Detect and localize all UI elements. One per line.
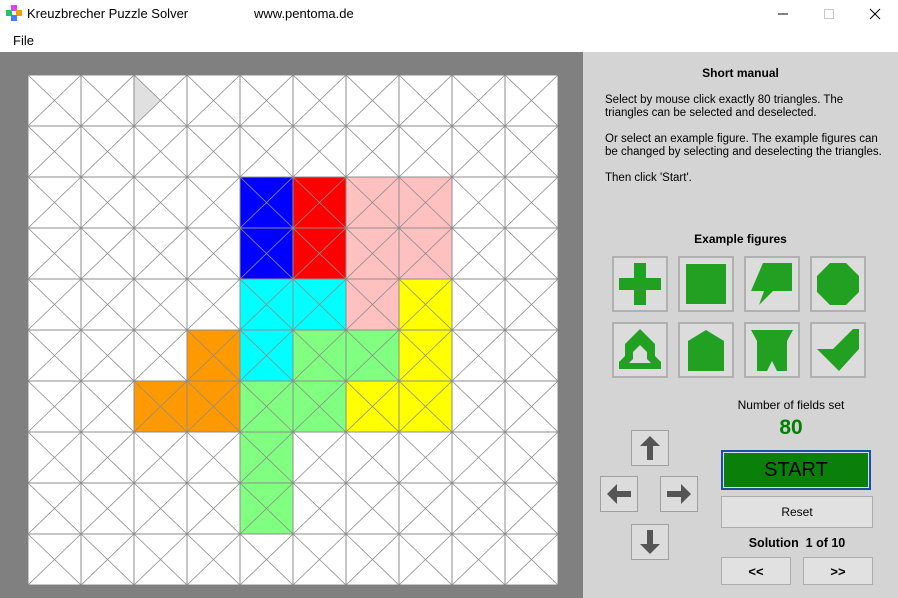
title-bar: Kreuzbrecher Puzzle Solver www.pentoma.d… (0, 0, 898, 28)
example-pillar-button[interactable] (744, 322, 800, 378)
example-square-button[interactable] (678, 256, 734, 312)
website-url: www.pentoma.de (254, 6, 354, 21)
octagon-figure-icon (817, 263, 859, 305)
menu-file[interactable]: File (13, 33, 34, 48)
manual-paragraph-2: Or select an example figure. The example… (605, 133, 882, 158)
manual-title: Short manual (702, 66, 779, 80)
move-right-button[interactable] (660, 476, 698, 512)
examples-title: Example figures (694, 232, 787, 246)
start-button[interactable]: START (721, 450, 871, 490)
example-plus-button[interactable] (612, 256, 668, 312)
check-figure-icon (817, 329, 859, 371)
arrow-figure-icon (751, 263, 792, 305)
move-down-button[interactable] (631, 524, 669, 560)
example-octagon-button[interactable] (810, 256, 866, 312)
house-figure-icon (688, 330, 724, 371)
arrow-down-icon (640, 530, 660, 554)
example-house-button[interactable] (678, 322, 734, 378)
move-left-button[interactable] (600, 476, 638, 512)
maximize-button[interactable] (806, 0, 852, 28)
control-panel: Short manual Select by mouse click exact… (583, 52, 898, 598)
app-icon (6, 5, 22, 21)
previous-solution-button[interactable]: << (721, 557, 791, 585)
minimize-button[interactable] (760, 0, 806, 28)
arrow-up-icon (640, 436, 660, 460)
fields-count-label: Number of fields set (737, 398, 845, 412)
pillar-figure-icon (751, 330, 793, 371)
square-figure-icon (686, 264, 726, 304)
reset-button[interactable]: Reset (721, 496, 873, 528)
menu-bar: File (0, 28, 898, 52)
arrow-right-icon (667, 484, 691, 504)
puzzle-board[interactable] (28, 75, 558, 585)
example-arrow-button[interactable] (744, 256, 800, 312)
fields-count-value: 80 (779, 416, 803, 439)
window-title: Kreuzbrecher Puzzle Solver (27, 6, 189, 21)
plus-figure-icon (619, 263, 661, 305)
solution-counter: Solution 1 of 10 (748, 536, 846, 550)
example-check-button[interactable] (810, 322, 866, 378)
manual-paragraph-1: Select by mouse click exactly 80 triangl… (605, 94, 844, 119)
manual-paragraph-3: Then click 'Start'. (605, 172, 692, 184)
move-up-button[interactable] (631, 430, 669, 466)
close-button[interactable] (852, 0, 898, 28)
close-icon (869, 8, 881, 20)
arrow-left-icon (607, 484, 631, 504)
minimize-icon (778, 13, 788, 15)
next-solution-button[interactable]: >> (803, 557, 873, 585)
maximize-icon (824, 9, 834, 19)
example-arch-button[interactable] (612, 322, 668, 378)
arch-figure-icon (619, 329, 661, 369)
